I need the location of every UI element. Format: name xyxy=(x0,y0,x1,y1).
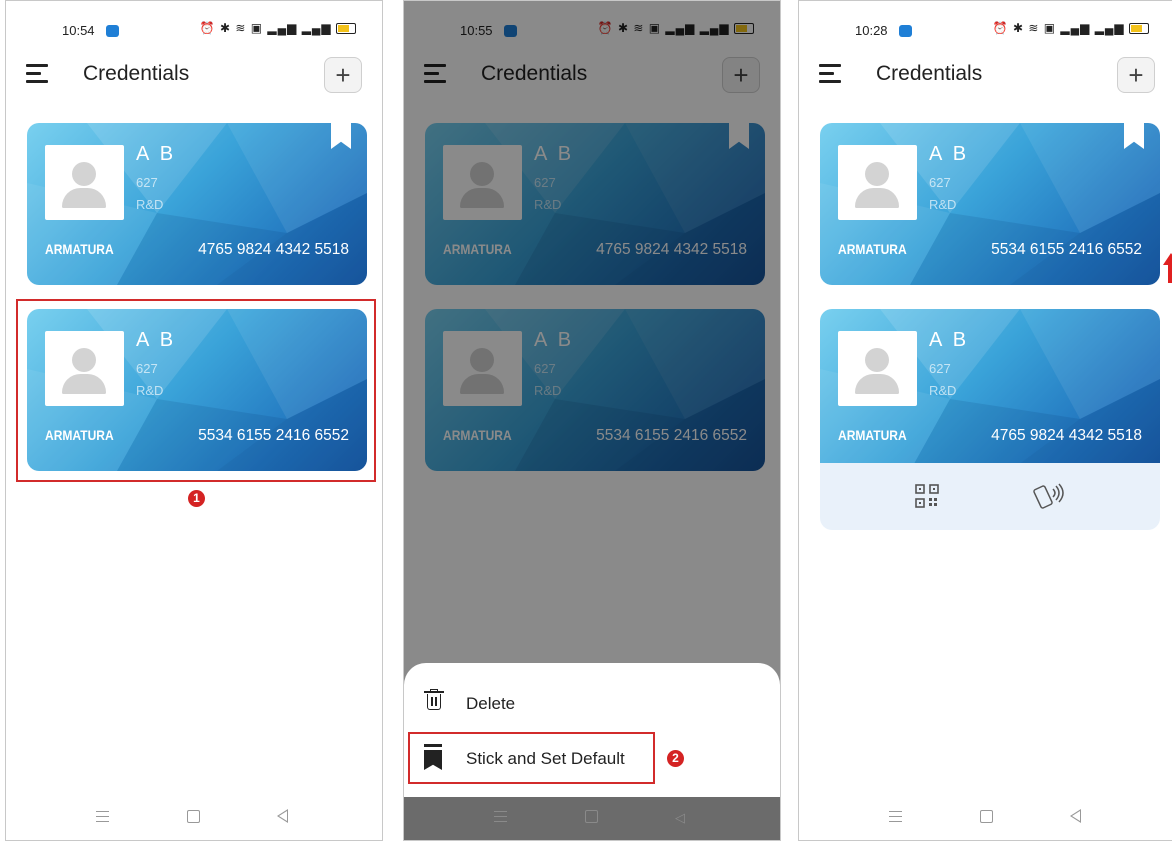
page-title: Credentials xyxy=(83,62,190,85)
recent-apps-icon[interactable] xyxy=(494,811,507,822)
page-title: Credentials xyxy=(876,62,983,85)
card-number: 4765 9824 4342 5518 xyxy=(991,427,1142,444)
menu-icon[interactable] xyxy=(26,64,48,84)
screen-step-2: 10:55 ⏰ ✱ ≋ ▣ ▂▄▆ ▂▄▆ Credentials + A B … xyxy=(403,0,781,841)
status-bar: 10:54 ⏰ ✱ ≋ ▣ ▂▄▆ ▂▄▆ xyxy=(6,1,382,53)
delete-menu-item[interactable]: Delete xyxy=(422,687,622,721)
card-action-panel xyxy=(820,463,1160,530)
add-credential-button[interactable]: + xyxy=(324,57,362,93)
step-badge: 1 xyxy=(188,490,205,507)
avatar xyxy=(45,145,124,220)
home-icon[interactable] xyxy=(980,810,993,823)
highlight-box xyxy=(16,299,376,482)
delete-label: Delete xyxy=(466,694,516,713)
qr-code-icon[interactable] xyxy=(914,483,940,509)
credential-card[interactable]: A B 627 R&D ARMATURA 4765 9824 4342 5518 xyxy=(820,309,1160,463)
card-department: R&D xyxy=(929,383,957,398)
trash-icon xyxy=(424,689,444,711)
arrow-up-icon xyxy=(1163,253,1172,283)
card-id: 627 xyxy=(136,175,158,190)
avatar xyxy=(838,145,917,220)
home-icon[interactable] xyxy=(187,810,200,823)
card-department: R&D xyxy=(929,197,957,212)
app-notification-icon xyxy=(106,25,119,37)
highlight-box xyxy=(408,732,655,784)
brand-logo: ARMATURA xyxy=(838,427,907,443)
card-name: A B xyxy=(929,329,970,351)
menu-icon[interactable] xyxy=(819,64,841,84)
card-department: R&D xyxy=(136,197,164,212)
back-icon[interactable] xyxy=(1070,809,1081,823)
nfc-tap-icon[interactable] xyxy=(1033,481,1065,511)
brand-logo: ARMATURA xyxy=(45,241,114,257)
recent-apps-icon[interactable] xyxy=(889,811,902,822)
card-id: 627 xyxy=(929,175,951,190)
status-icons: ⏰ ✱ ≋ ▣ ▂▄▆ ▂▄▆ xyxy=(200,21,356,35)
screen-step-1: 10:54 ⏰ ✱ ≋ ▣ ▂▄▆ ▂▄▆ Credentials + A B … xyxy=(5,0,383,841)
status-bar: 10:28 ⏰ ✱ ≋ ▣ ▂▄▆ ▂▄▆ xyxy=(799,1,1172,53)
brand-logo: ARMATURA xyxy=(838,241,907,257)
battery-icon xyxy=(1129,23,1149,35)
credential-card[interactable]: A B 627 R&D ARMATURA 5534 6155 2416 6552 xyxy=(820,123,1160,285)
credential-card[interactable]: A B 627 R&D ARMATURA 4765 9824 4342 5518 xyxy=(27,123,367,285)
screen-step-3: 10:28 ⏰ ✱ ≋ ▣ ▂▄▆ ▂▄▆ Credentials + A B … xyxy=(798,0,1172,841)
status-time: 10:54 xyxy=(62,23,95,38)
step-badge: 2 xyxy=(667,750,684,767)
system-nav-bar xyxy=(6,794,382,840)
back-icon[interactable]: ◁ xyxy=(675,810,685,826)
recent-apps-icon[interactable] xyxy=(96,811,109,822)
app-notification-icon xyxy=(899,25,912,37)
home-icon[interactable] xyxy=(585,810,598,823)
status-icons: ⏰ ✱ ≋ ▣ ▂▄▆ ▂▄▆ xyxy=(993,21,1149,35)
battery-icon xyxy=(336,23,356,35)
card-number: 5534 6155 2416 6552 xyxy=(991,241,1142,258)
card-id: 627 xyxy=(929,361,951,376)
card-name: A B xyxy=(136,143,177,165)
app-bar: Credentials + xyxy=(799,53,1172,99)
add-credential-button[interactable]: + xyxy=(1117,57,1155,93)
system-nav-bar: ◁ xyxy=(404,797,780,840)
back-icon[interactable] xyxy=(277,809,288,823)
card-name: A B xyxy=(929,143,970,165)
status-time: 10:28 xyxy=(855,23,888,38)
card-number: 4765 9824 4342 5518 xyxy=(198,241,349,258)
system-nav-bar xyxy=(799,794,1172,840)
app-bar: Credentials + xyxy=(6,53,382,99)
avatar xyxy=(838,331,917,406)
